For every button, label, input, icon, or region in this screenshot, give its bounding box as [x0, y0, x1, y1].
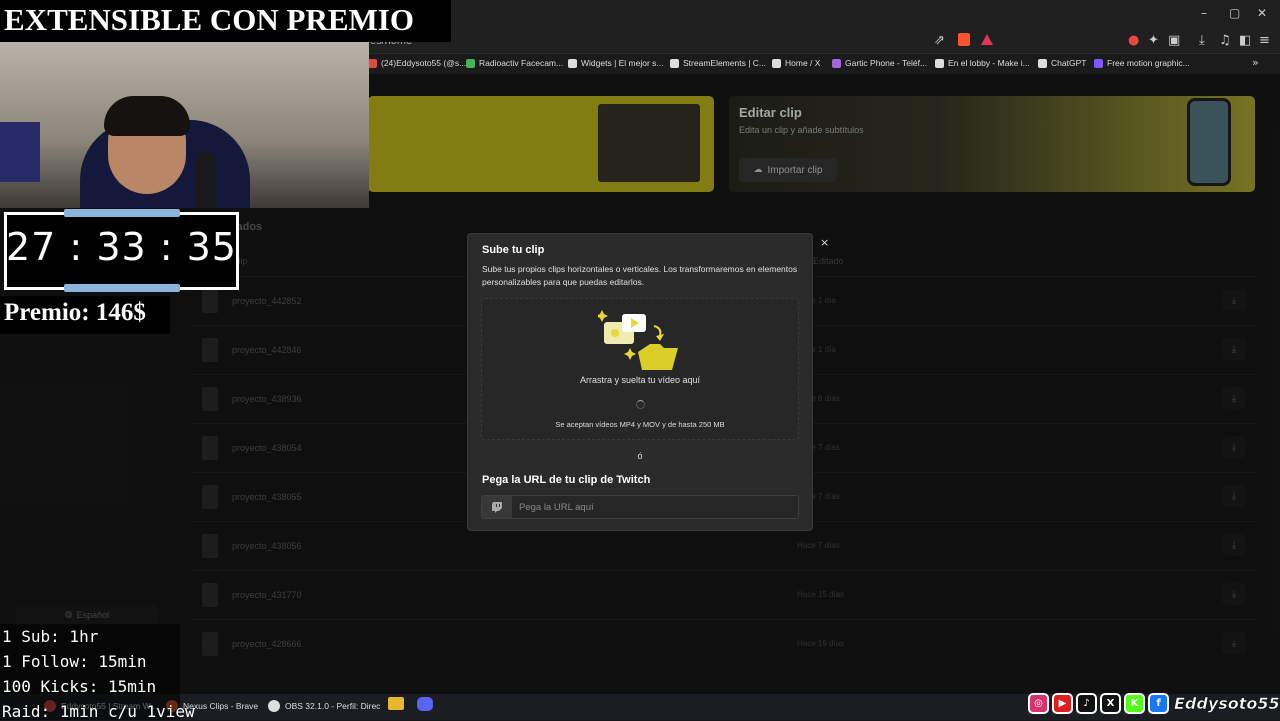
social-handle: Eddysoto55 — [1174, 693, 1280, 713]
bookmark-label: StreamElements | C... — [683, 58, 766, 68]
webcam-background-object — [0, 122, 40, 182]
rule-line: 1 Sub: 1hr — [2, 627, 99, 646]
notifications-icon[interactable]: ● — [1128, 33, 1139, 48]
taskbar-app[interactable]: OBS 32.1.0 - Perfil: Direc — [268, 700, 380, 712]
bookmark-item[interactable]: ChatGPT — [1038, 58, 1086, 68]
dropzone-note: Se aceptan vídeos MP4 y MOV y de hasta 2… — [555, 420, 725, 429]
bookmark-label: Home / X — [785, 58, 821, 68]
twitch-url-label: Pega la URL de tu clip de Twitch — [482, 474, 651, 486]
taskbar-app-icon — [268, 700, 280, 712]
upload-illustration-icon — [598, 310, 678, 370]
bookmark-item[interactable]: Widgets | El mejor s... — [568, 58, 664, 68]
close-modal-button[interactable]: × — [820, 236, 829, 249]
bookmark-favicon-icon — [368, 58, 377, 68]
twitch-url-input[interactable] — [512, 496, 798, 518]
brave-shields-icon[interactable] — [958, 33, 970, 46]
modal-title: Sube tu clip — [482, 244, 545, 256]
media-icon[interactable]: ♫ — [1219, 33, 1231, 48]
bookmark-item[interactable]: Free motion graphic... — [1094, 58, 1190, 68]
minimize-button[interactable]: – — [1201, 6, 1207, 20]
timer-value: 27 : 33 : 35 — [6, 225, 237, 269]
sidebar-icon[interactable]: ◧ — [1239, 33, 1251, 48]
restore-button[interactable]: ▢ — [1229, 6, 1240, 20]
timer-accent-bottom — [64, 284, 180, 292]
social-bar: ◎ ▶ ♪ X Kf Eddysoto55 — [1028, 690, 1280, 716]
prize-text: Premio: 146$ — [4, 299, 146, 326]
bookmark-item[interactable]: StreamElements | C... — [670, 58, 766, 68]
bookmark-item[interactable]: Gartic Phone - Teléf... — [832, 58, 927, 68]
close-window-button[interactable]: ✕ — [1257, 6, 1267, 20]
stream-banner-text: EXTENSIBLE CON PREMIO — [4, 2, 414, 37]
rule-line: 1 Follow: 15min — [2, 652, 147, 671]
share-icon[interactable]: ⇗ — [934, 33, 945, 48]
bookmark-label: (24)Eddysoto55 (@s... — [381, 58, 467, 68]
bookmark-favicon-icon — [670, 58, 679, 68]
rule-line: 100 Kicks: 15min — [2, 677, 157, 696]
bookmark-label: ChatGPT — [1051, 58, 1087, 68]
bookmark-item[interactable]: En el lobby - Make i... — [935, 58, 1030, 68]
dropzone-text: Arrastra y suelta tu vídeo aquí — [579, 375, 701, 385]
kick-icon: K — [1124, 692, 1145, 714]
facebook-icon: f — [1148, 692, 1169, 714]
bookmark-favicon-icon — [466, 58, 475, 68]
discord-icon[interactable] — [417, 697, 433, 711]
rule-line: Raid: 1min c/u 1view — [2, 702, 195, 721]
youtube-icon: ▶ — [1052, 692, 1073, 714]
downloads-icon[interactable]: ⤓ — [1199, 33, 1205, 48]
bookmark-label: Gartic Phone - Teléf... — [845, 58, 928, 68]
brave-rewards-icon[interactable] — [981, 34, 993, 45]
file-explorer-icon[interactable] — [388, 697, 404, 710]
bookmark-favicon-icon — [832, 58, 841, 68]
webcam-microphone — [196, 152, 216, 208]
or-divider: ó — [637, 451, 643, 461]
bookmark-item[interactable]: Radioactiv Facecam... — [466, 58, 563, 68]
bookmark-label: Free motion graphic... — [1107, 58, 1190, 68]
bookmark-label: Widgets | El mejor s... — [581, 58, 664, 68]
instagram-icon: ◎ — [1028, 692, 1049, 714]
webcam-feed — [0, 42, 369, 208]
bookmark-item[interactable]: Home / X — [772, 58, 820, 68]
tiktok-icon: ♪ — [1076, 692, 1097, 714]
screenshot-icon[interactable]: ▣ — [1168, 33, 1180, 48]
extensions-icon[interactable]: ✦ — [1148, 33, 1159, 48]
timer-accent-top — [64, 209, 180, 217]
bookmark-favicon-icon — [1094, 58, 1103, 68]
bookmark-favicon-icon — [1038, 58, 1047, 68]
bookmark-label: En el lobby - Make i... — [948, 58, 1030, 68]
menu-icon[interactable]: ≡ — [1259, 33, 1270, 48]
bookmark-favicon-icon — [568, 58, 577, 68]
bookmark-favicon-icon — [772, 58, 781, 68]
modal-description: Sube tus propios clips horizontales o ve… — [482, 264, 798, 287]
twitch-icon — [482, 496, 512, 518]
bookmark-label: Radioactiv Facecam... — [479, 58, 564, 68]
webcam-person-hair — [104, 96, 190, 136]
bookmark-favicon-icon — [935, 58, 944, 68]
bookmark-item[interactable]: (24)Eddysoto55 (@s... — [368, 58, 466, 68]
loading-spinner-icon — [636, 400, 645, 409]
more-bookmarks-icon[interactable]: » — [1252, 56, 1259, 69]
taskbar-app-label: OBS 32.1.0 - Perfil: Direc — [285, 701, 381, 711]
x-icon: X — [1100, 692, 1121, 714]
